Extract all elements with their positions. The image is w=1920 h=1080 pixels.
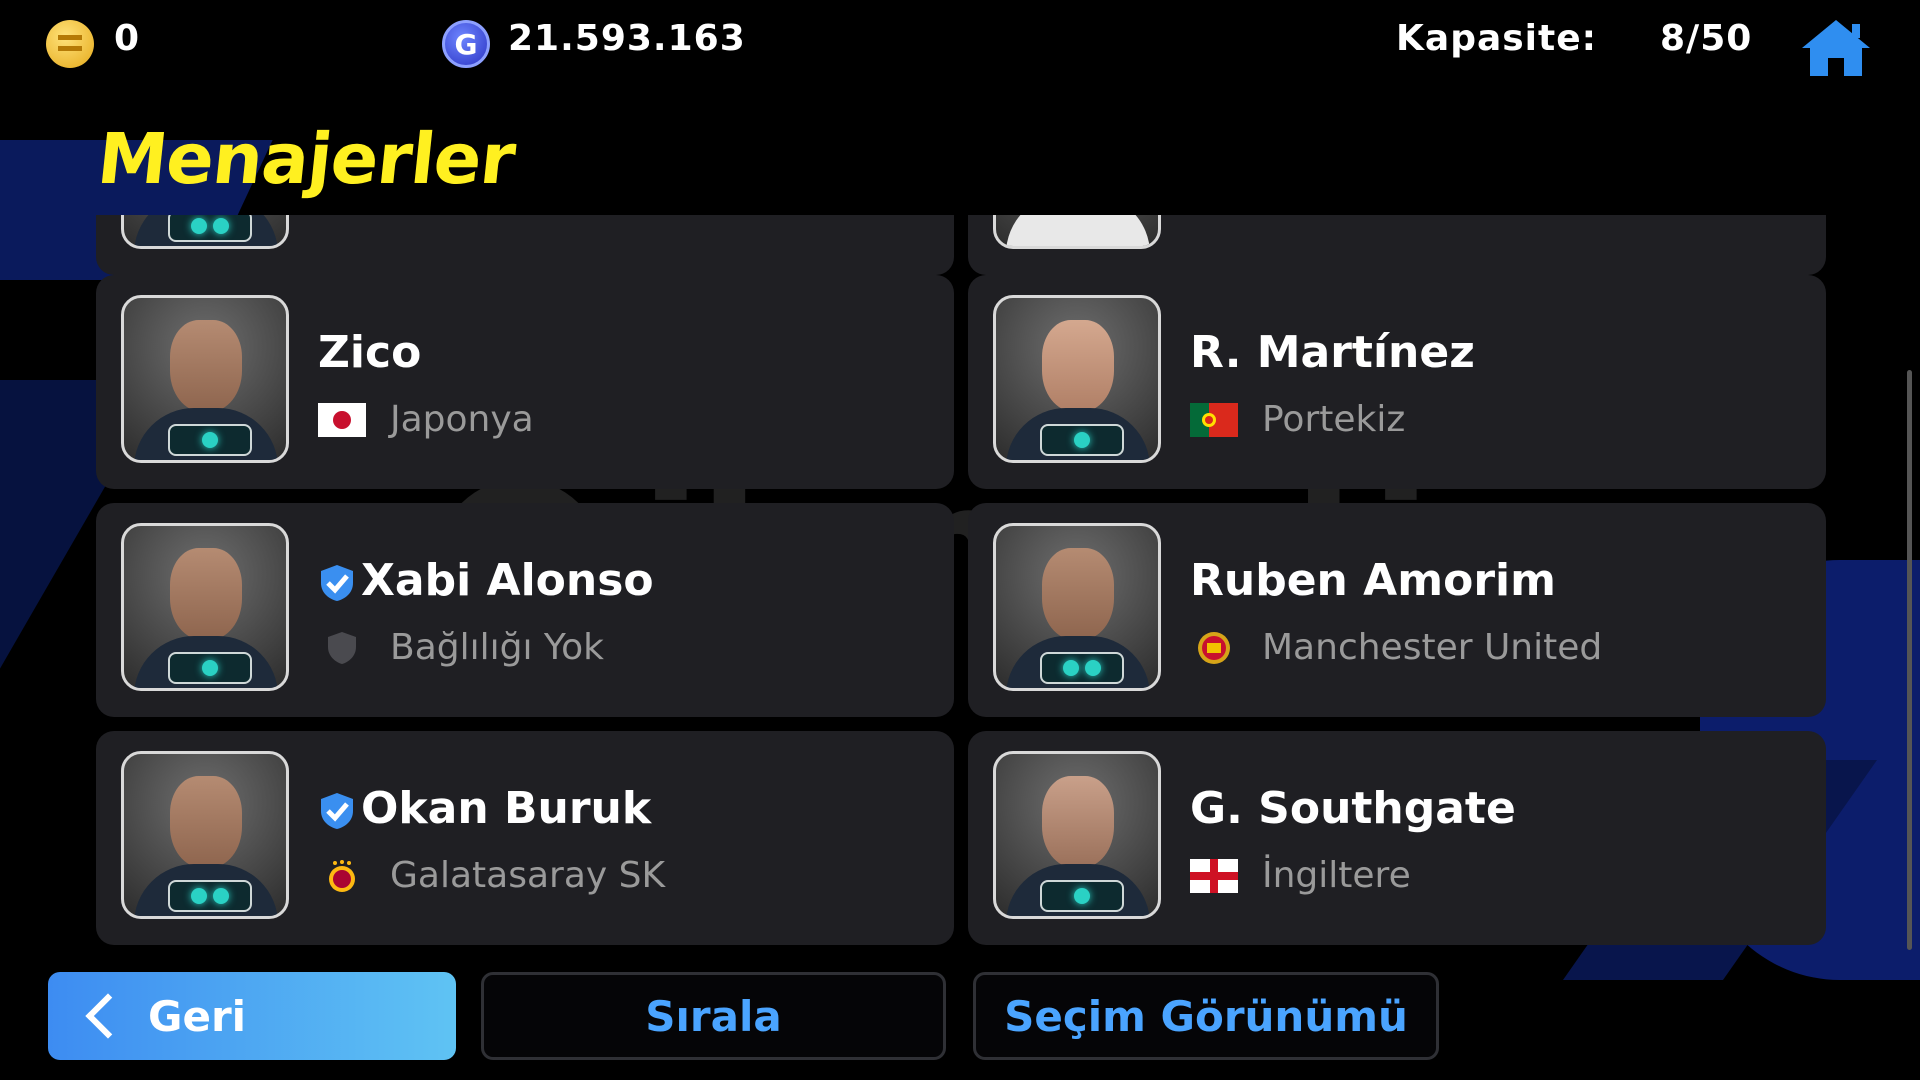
capacity-value: 8/50 (1660, 18, 1753, 59)
galatasaray-crest-icon (329, 860, 355, 892)
home-icon (1802, 20, 1870, 76)
top-bar: 0 G 21.593.163 Kapasite: 8/50 (0, 0, 1920, 90)
coin-balance: 0 (114, 18, 141, 59)
chevron-left-icon (85, 993, 131, 1039)
manager-card[interactable]: G. Southgate İngiltere (968, 731, 1826, 945)
verified-check-icon (321, 565, 353, 601)
england-flag-icon (1190, 859, 1238, 893)
sort-button[interactable]: Sırala (481, 972, 946, 1060)
manager-list[interactable]: Zico Japonya R. Martínez Portekiz Xabi A… (96, 215, 1826, 955)
manager-portrait (993, 215, 1161, 249)
manager-card[interactable]: Xabi Alonso Bağlılığı Yok (96, 503, 954, 717)
manager-card-partial[interactable] (968, 215, 1826, 275)
gold-coin-icon (46, 20, 94, 68)
manager-club: Manchester United (1262, 627, 1603, 668)
manager-card[interactable]: Zico Japonya (96, 275, 954, 489)
gp-coin-icon: G (442, 20, 490, 68)
portugal-flag-icon (1190, 403, 1238, 437)
manager-nation: İngiltere (1262, 855, 1411, 896)
manager-name: Okan Buruk (361, 783, 652, 834)
capacity-label: Kapasite: (1396, 18, 1598, 59)
verified-check-icon (321, 793, 353, 829)
manager-name: Ruben Amorim (1190, 555, 1556, 606)
manager-name: R. Martínez (1190, 327, 1475, 378)
gp-balance: 21.593.163 (508, 18, 746, 59)
manager-portrait (993, 751, 1161, 919)
page-title: Menajerler (93, 118, 519, 200)
manager-card[interactable]: R. Martínez Portekiz (968, 275, 1826, 489)
manager-club: Bağlılığı Yok (390, 627, 604, 668)
manager-portrait (121, 523, 289, 691)
manager-name: Zico (318, 327, 422, 378)
manager-nation: Japonya (390, 399, 534, 440)
back-button[interactable]: Geri (48, 972, 456, 1060)
shield-icon (328, 632, 356, 664)
sort-button-label: Sırala (645, 991, 782, 1041)
selection-view-button[interactable]: Seçim Görünümü (973, 972, 1439, 1060)
back-button-label: Geri (148, 991, 247, 1041)
manager-portrait (121, 295, 289, 463)
manager-portrait (993, 523, 1161, 691)
manchester-united-crest-icon (1198, 632, 1230, 664)
list-scrollbar[interactable] (1907, 370, 1912, 950)
selection-view-button-label: Seçim Görünümü (1004, 991, 1408, 1041)
manager-portrait (121, 751, 289, 919)
manager-card-partial[interactable] (96, 215, 954, 275)
japan-flag-icon (318, 403, 366, 437)
manager-nation: Portekiz (1262, 399, 1406, 440)
manager-name: G. Southgate (1190, 783, 1516, 834)
manager-club: Galatasaray SK (390, 855, 666, 896)
manager-portrait (993, 295, 1161, 463)
manager-name: Xabi Alonso (361, 555, 654, 606)
manager-portrait (121, 215, 289, 249)
manager-card[interactable]: Okan Buruk Galatasaray SK (96, 731, 954, 945)
manager-card[interactable]: Ruben Amorim Manchester United (968, 503, 1826, 717)
home-button[interactable] (1800, 18, 1872, 78)
